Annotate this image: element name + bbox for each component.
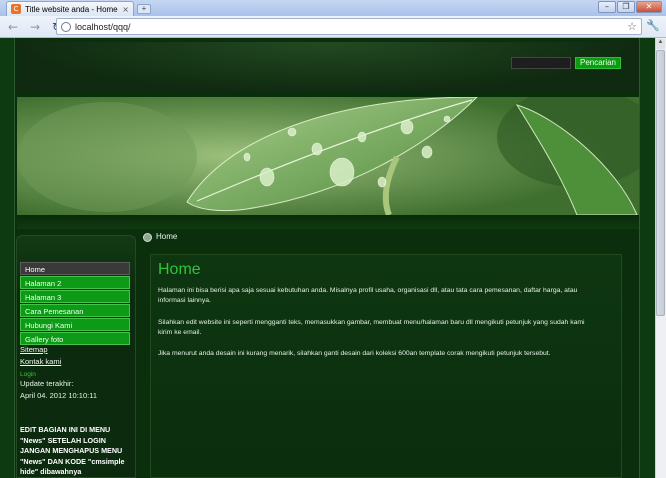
back-button[interactable]: ← [6,20,20,34]
address-bar[interactable]: localhost/qqq/ ☆ [56,18,642,35]
wrench-menu-icon[interactable]: 🔧 [646,19,660,32]
breadcrumb[interactable]: Home [156,232,177,241]
breadcrumb-bullet-icon [143,233,152,242]
bookmark-star-icon[interactable]: ☆ [627,20,637,33]
menu-item-gallery-foto[interactable]: Gallery foto [20,332,130,345]
login-link[interactable]: Login [20,371,36,378]
new-tab-button[interactable]: + [137,4,151,14]
content-paragraph: Halaman ini bisa berisi apa saja sesuai … [158,287,578,304]
forward-button[interactable]: → [28,20,42,34]
scrollbar-thumb[interactable] [656,50,665,316]
page-title: Home [158,261,201,278]
menu-item-halaman-3[interactable]: Halaman 3 [20,290,130,303]
restore-button[interactable]: ❐ [617,1,635,13]
content-paragraph: Jika menurut anda desain ini kurang mena… [158,350,551,357]
tab-title: Title website anda - Home [25,4,118,14]
last-update-label: Update terakhir: [20,379,74,388]
window-controls: – ❐ ✕ [598,1,662,13]
content-paragraph: Silahkan edit website ini seperti mengga… [158,319,585,336]
menu-item-cara-pemesanan[interactable]: Cara Pemesanan [20,304,130,317]
tab-close-icon[interactable]: × [122,5,129,14]
url-text[interactable]: localhost/qqq/ [75,22,627,32]
menu-item-hubungi-kami[interactable]: Hubungi Kami [20,318,130,331]
browser-toolbar: ← → ↻ localhost/qqq/ ☆ 🔧 [0,16,666,38]
page-layer: Home Home Halaman 2 Halaman 3 Cara Pemes… [0,38,655,478]
menu-item-halaman-2[interactable]: Halaman 2 [20,276,130,289]
globe-icon [61,21,71,32]
site-favicon-icon: C [11,4,21,14]
contact-link[interactable]: Kontak kami [20,357,61,366]
last-update-date: April 04. 2012 10:10:11 [20,391,98,400]
close-window-button[interactable]: ✕ [636,1,662,13]
browser-tab[interactable]: C Title website anda - Home × [6,1,134,16]
window-titlebar: C Title website anda - Home × + – ❐ ✕ [0,0,666,16]
sitemap-link[interactable]: Sitemap [20,345,48,354]
news-edit-notice: EDIT BAGIAN INI DI MENU "News" SETELAH L… [20,425,125,476]
menu-item-home[interactable]: Home [20,262,130,275]
sidebar-menu: Home Halaman 2 Halaman 3 Cara Pemesanan … [20,262,130,346]
minimize-button[interactable]: – [598,1,616,13]
scroll-up-arrow-icon[interactable]: ▲ [656,39,665,49]
